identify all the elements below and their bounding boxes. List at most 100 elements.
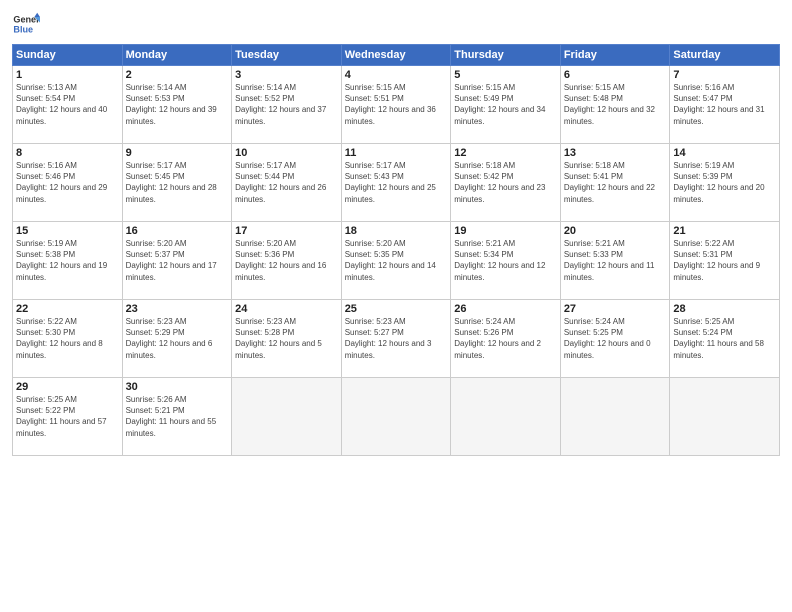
day-info: Sunrise: 5:16 AMSunset: 5:46 PMDaylight:… [16,161,107,204]
day-number: 29 [16,381,119,393]
calendar-cell: 3 Sunrise: 5:14 AMSunset: 5:52 PMDaylight… [232,66,342,144]
calendar-cell: 10 Sunrise: 5:17 AMSunset: 5:44 PMDayligh… [232,144,342,222]
calendar-week-0: 1Sunrise: 5:13 AMSunset: 5:54 PMDaylight… [13,66,780,144]
calendar-cell: 13 Sunrise: 5:18 AMSunset: 5:41 PMDayligh… [560,144,670,222]
calendar-header-friday: Friday [560,45,670,66]
calendar-header-thursday: Thursday [451,45,561,66]
calendar-cell: 8 Sunrise: 5:16 AMSunset: 5:46 PMDaylight… [13,144,123,222]
day-number: 21 [673,225,776,237]
day-number: 28 [673,303,776,315]
day-number: 26 [454,303,557,315]
day-info: Sunrise: 5:21 AMSunset: 5:34 PMDaylight:… [454,239,545,282]
day-info: Sunrise: 5:25 AMSunset: 5:24 PMDaylight:… [673,317,764,360]
day-number: 19 [454,225,557,237]
day-info: Sunrise: 5:17 AMSunset: 5:45 PMDaylight:… [126,161,217,204]
day-info: Sunrise: 5:22 AMSunset: 5:30 PMDaylight:… [16,317,103,360]
calendar-cell: 20Sunrise: 5:21 AMSunset: 5:33 PMDayligh… [560,222,670,300]
day-info: Sunrise: 5:15 AMSunset: 5:49 PMDaylight:… [454,83,545,126]
logo: General Blue [12,10,40,38]
day-number: 18 [345,225,448,237]
day-number: 12 [454,147,557,159]
day-info: Sunrise: 5:23 AMSunset: 5:27 PMDaylight:… [345,317,432,360]
day-number: 10 [235,147,338,159]
calendar-week-2: 15 Sunrise: 5:19 AMSunset: 5:38 PMDayligh… [13,222,780,300]
day-info: Sunrise: 5:13 AMSunset: 5:54 PMDaylight:… [16,83,107,126]
day-number: 20 [564,225,667,237]
day-info: Sunrise: 5:17 AMSunset: 5:44 PMDaylight:… [235,161,326,204]
calendar-week-1: 8 Sunrise: 5:16 AMSunset: 5:46 PMDaylight… [13,144,780,222]
day-number: 8 [16,147,119,159]
day-info: Sunrise: 5:16 AMSunset: 5:47 PMDaylight:… [673,83,764,126]
calendar-cell: 12 Sunrise: 5:18 AMSunset: 5:42 PMDayligh… [451,144,561,222]
calendar-cell: 28 Sunrise: 5:25 AMSunset: 5:24 PMDayligh… [670,300,780,378]
calendar-week-4: 29 Sunrise: 5:25 AMSunset: 5:22 PMDayligh… [13,378,780,456]
day-info: Sunrise: 5:17 AMSunset: 5:43 PMDaylight:… [345,161,436,204]
day-info: Sunrise: 5:14 AMSunset: 5:53 PMDaylight:… [126,83,217,126]
calendar-cell: 4 Sunrise: 5:15 AMSunset: 5:51 PMDaylight… [341,66,451,144]
day-number: 25 [345,303,448,315]
day-info: Sunrise: 5:19 AMSunset: 5:39 PMDaylight:… [673,161,764,204]
day-number: 22 [16,303,119,315]
calendar-cell [232,378,342,456]
calendar-cell: 17 Sunrise: 5:20 AMSunset: 5:36 PMDayligh… [232,222,342,300]
svg-text:Blue: Blue [13,24,33,34]
day-number: 27 [564,303,667,315]
calendar-cell: 29 Sunrise: 5:25 AMSunset: 5:22 PMDayligh… [13,378,123,456]
calendar-cell: 15 Sunrise: 5:19 AMSunset: 5:38 PMDayligh… [13,222,123,300]
day-info: Sunrise: 5:25 AMSunset: 5:22 PMDaylight:… [16,395,107,438]
day-info: Sunrise: 5:20 AMSunset: 5:35 PMDaylight:… [345,239,436,282]
calendar-cell: 14 Sunrise: 5:19 AMSunset: 5:39 PMDayligh… [670,144,780,222]
day-info: Sunrise: 5:15 AMSunset: 5:51 PMDaylight:… [345,83,436,126]
calendar-cell: 30 Sunrise: 5:26 AMSunset: 5:21 PMDayligh… [122,378,232,456]
calendar-cell: 16Sunrise: 5:20 AMSunset: 5:37 PMDayligh… [122,222,232,300]
day-info: Sunrise: 5:24 AMSunset: 5:26 PMDaylight:… [454,317,541,360]
day-number: 13 [564,147,667,159]
day-info: Sunrise: 5:23 AMSunset: 5:29 PMDaylight:… [126,317,213,360]
calendar-header-monday: Monday [122,45,232,66]
calendar-header-row: SundayMondayTuesdayWednesdayThursdayFrid… [13,45,780,66]
day-number: 15 [16,225,119,237]
day-info: Sunrise: 5:14 AMSunset: 5:52 PMDaylight:… [235,83,326,126]
day-number: 30 [126,381,229,393]
day-number: 6 [564,69,667,81]
calendar-cell: 7 Sunrise: 5:16 AMSunset: 5:47 PMDaylight… [670,66,780,144]
day-number: 4 [345,69,448,81]
calendar-cell: 19 Sunrise: 5:21 AMSunset: 5:34 PMDayligh… [451,222,561,300]
day-info: Sunrise: 5:26 AMSunset: 5:21 PMDaylight:… [126,395,217,438]
day-info: Sunrise: 5:24 AMSunset: 5:25 PMDaylight:… [564,317,651,360]
day-number: 17 [235,225,338,237]
day-info: Sunrise: 5:20 AMSunset: 5:36 PMDaylight:… [235,239,326,282]
calendar-cell: 21 Sunrise: 5:22 AMSunset: 5:31 PMDayligh… [670,222,780,300]
day-number: 5 [454,69,557,81]
logo-icon: General Blue [12,10,40,38]
calendar-cell: 26 Sunrise: 5:24 AMSunset: 5:26 PMDayligh… [451,300,561,378]
calendar-cell [341,378,451,456]
day-number: 9 [126,147,229,159]
calendar-header-saturday: Saturday [670,45,780,66]
day-number: 16 [126,225,229,237]
calendar-cell: 24Sunrise: 5:23 AMSunset: 5:28 PMDayligh… [232,300,342,378]
calendar-cell: 18 Sunrise: 5:20 AMSunset: 5:35 PMDayligh… [341,222,451,300]
day-info: Sunrise: 5:19 AMSunset: 5:38 PMDaylight:… [16,239,107,282]
day-info: Sunrise: 5:22 AMSunset: 5:31 PMDaylight:… [673,239,760,282]
main-container: General Blue SundayMondayTuesdayWednesda… [0,0,792,466]
calendar-header-wednesday: Wednesday [341,45,451,66]
calendar-header-sunday: Sunday [13,45,123,66]
day-info: Sunrise: 5:18 AMSunset: 5:42 PMDaylight:… [454,161,545,204]
header: General Blue [12,10,780,38]
day-number: 3 [235,69,338,81]
calendar-body: 1Sunrise: 5:13 AMSunset: 5:54 PMDaylight… [13,66,780,456]
day-info: Sunrise: 5:15 AMSunset: 5:48 PMDaylight:… [564,83,655,126]
day-info: Sunrise: 5:23 AMSunset: 5:28 PMDaylight:… [235,317,322,360]
calendar-cell: 25 Sunrise: 5:23 AMSunset: 5:27 PMDayligh… [341,300,451,378]
calendar-header-tuesday: Tuesday [232,45,342,66]
calendar-cell: 27 Sunrise: 5:24 AMSunset: 5:25 PMDayligh… [560,300,670,378]
calendar-cell [560,378,670,456]
calendar-cell: 6 Sunrise: 5:15 AMSunset: 5:48 PMDaylight… [560,66,670,144]
calendar-table: SundayMondayTuesdayWednesdayThursdayFrid… [12,44,780,456]
day-number: 7 [673,69,776,81]
calendar-cell: 1Sunrise: 5:13 AMSunset: 5:54 PMDaylight… [13,66,123,144]
day-number: 14 [673,147,776,159]
calendar-cell [670,378,780,456]
day-info: Sunrise: 5:18 AMSunset: 5:41 PMDaylight:… [564,161,655,204]
